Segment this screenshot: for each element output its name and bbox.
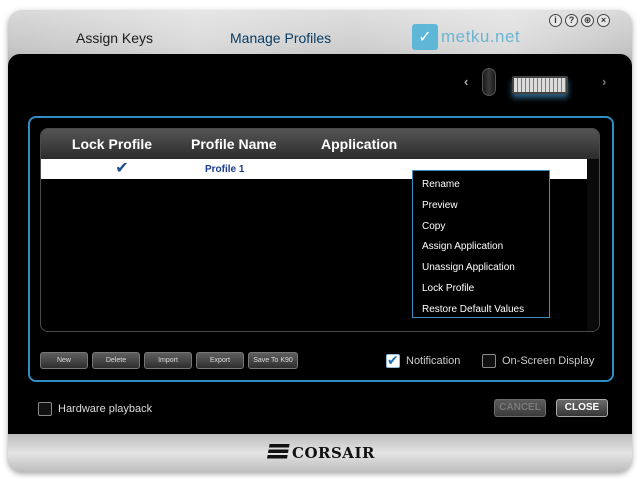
delete-button[interactable]: Delete bbox=[92, 352, 140, 369]
watermark-text: metku.net bbox=[441, 27, 521, 46]
context-menu: Rename Preview Copy Assign Application U… bbox=[412, 170, 550, 318]
table-scrollbar[interactable] bbox=[587, 159, 599, 331]
watermark: ✓ metku.net bbox=[412, 24, 520, 50]
hardware-playback-checkbox[interactable] bbox=[38, 402, 52, 416]
cancel-button[interactable]: CANCEL bbox=[494, 399, 546, 417]
menu-item-lock-profile[interactable]: Lock Profile bbox=[413, 279, 549, 300]
export-button[interactable]: Export bbox=[196, 352, 244, 369]
keyboard-device-icon[interactable] bbox=[512, 76, 568, 94]
checkmark-icon[interactable]: ✔ bbox=[41, 159, 203, 179]
close-icon[interactable]: × bbox=[597, 14, 610, 27]
menu-item-preview[interactable]: Preview bbox=[413, 196, 549, 217]
window-controls: i ? ⊕ × bbox=[549, 14, 610, 27]
notification-option[interactable]: Notification bbox=[386, 352, 461, 369]
chevron-left-icon[interactable]: ‹ bbox=[464, 74, 468, 89]
table-header: Lock Profile Profile Name Application bbox=[41, 129, 599, 159]
hardware-playback-option[interactable]: Hardware playback bbox=[38, 402, 152, 416]
notification-label: Notification bbox=[406, 355, 461, 367]
profile-actions: New Delete Import Export Save To K90 bbox=[40, 352, 298, 369]
app-window: Assign Keys Manage Profiles ✓ metku.net … bbox=[8, 10, 632, 472]
tab-assign-keys[interactable]: Assign Keys bbox=[76, 30, 153, 46]
menu-item-assign-application[interactable]: Assign Application bbox=[413, 237, 549, 258]
notification-checkbox[interactable] bbox=[386, 352, 400, 369]
tab-manage-profiles[interactable]: Manage Profiles bbox=[230, 30, 331, 46]
new-button[interactable]: New bbox=[40, 352, 88, 369]
menu-item-restore-defaults[interactable]: Restore Default Values bbox=[413, 300, 549, 321]
profile-name-cell: Profile 1 bbox=[205, 163, 245, 175]
menu-item-rename[interactable]: Rename bbox=[413, 175, 549, 196]
globe-icon[interactable]: ⊕ bbox=[581, 14, 594, 27]
watermark-logo-icon: ✓ bbox=[412, 24, 438, 50]
help-icon[interactable]: ? bbox=[565, 14, 578, 27]
osd-label: On-Screen Display bbox=[502, 355, 595, 367]
close-button[interactable]: CLOSE bbox=[556, 399, 608, 417]
osd-option[interactable]: On-Screen Display bbox=[482, 354, 594, 368]
brand-name: CORSAIR bbox=[292, 444, 375, 462]
mouse-device-icon[interactable] bbox=[482, 68, 496, 96]
header-application[interactable]: Application bbox=[321, 136, 599, 152]
save-to-device-button[interactable]: Save To K90 bbox=[248, 352, 298, 369]
hardware-playback-label: Hardware playback bbox=[58, 403, 153, 415]
chevron-right-icon[interactable]: › bbox=[602, 74, 606, 89]
menu-item-copy[interactable]: Copy bbox=[413, 217, 549, 238]
header-profile-name[interactable]: Profile Name bbox=[183, 136, 321, 152]
header-lock-profile[interactable]: Lock Profile bbox=[41, 136, 183, 152]
sails-logo-icon bbox=[266, 444, 290, 462]
import-button[interactable]: Import bbox=[144, 352, 192, 369]
menu-item-unassign-application[interactable]: Unassign Application bbox=[413, 258, 549, 279]
brand-logo: CORSAIR bbox=[266, 444, 375, 462]
info-icon[interactable]: i bbox=[549, 14, 562, 27]
osd-checkbox[interactable] bbox=[482, 354, 496, 368]
